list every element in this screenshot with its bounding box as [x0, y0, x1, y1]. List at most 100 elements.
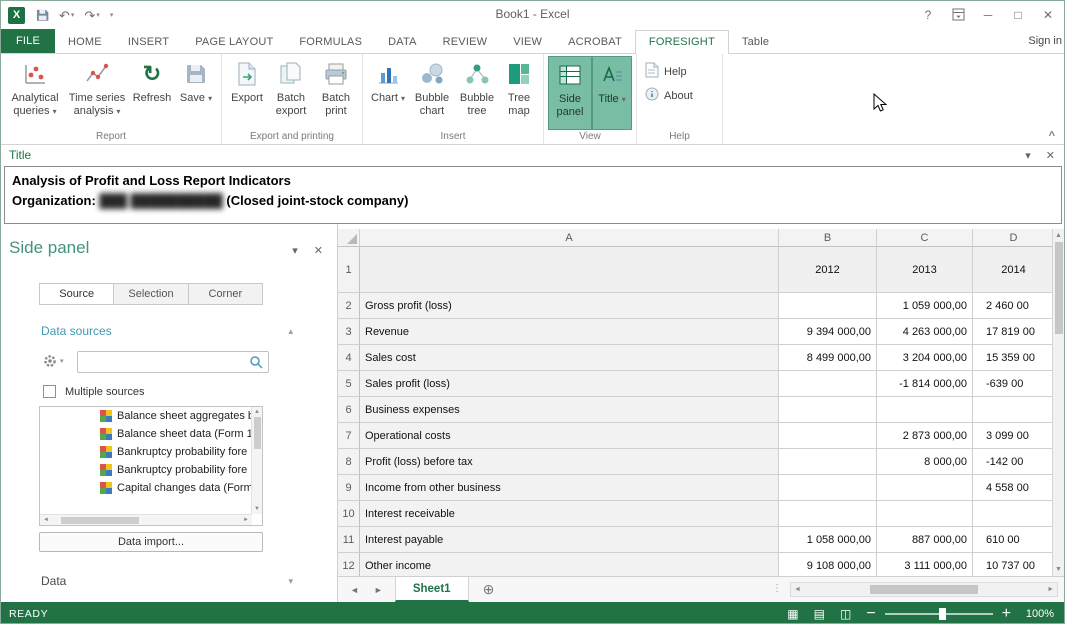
tab-selection[interactable]: Selection	[114, 283, 188, 305]
cell-label[interactable]: Sales profit (loss)	[360, 371, 779, 397]
tab-home[interactable]: HOME	[55, 31, 115, 53]
scrollbar-thumb[interactable]	[1055, 242, 1063, 334]
cell[interactable]	[360, 247, 779, 293]
multiple-sources-checkbox[interactable]	[43, 385, 56, 398]
collapse-section-icon[interactable]: ▴	[288, 326, 293, 337]
cell-value[interactable]: -1 814 000,00	[877, 371, 973, 397]
zoom-slider[interactable]	[885, 613, 993, 615]
zoom-in-button[interactable]: +	[1002, 605, 1011, 623]
batch-export-button[interactable]: Batch export	[268, 56, 314, 130]
scroll-down-icon[interactable]: ▼	[254, 506, 260, 512]
list-item[interactable]: Balance sheet aggregates b	[40, 407, 262, 425]
cell-value[interactable]	[973, 501, 1054, 527]
scroll-right-icon[interactable]: ►	[1047, 586, 1054, 593]
undo-button[interactable]: ↶▾	[59, 9, 74, 22]
cell-label[interactable]: Operational costs	[360, 423, 779, 449]
scroll-right-icon[interactable]: ►	[243, 517, 249, 523]
cell-value[interactable]	[779, 449, 877, 475]
scrollbar-thumb[interactable]	[254, 417, 261, 449]
tab-view[interactable]: VIEW	[500, 31, 555, 53]
help-titlebar-button[interactable]: ?	[913, 2, 943, 27]
column-header[interactable]: A	[360, 229, 779, 247]
tab-source[interactable]: Source	[39, 283, 114, 305]
cell-value[interactable]: 2 460 00	[973, 293, 1054, 319]
data-import-button[interactable]: Data import...	[39, 532, 263, 552]
scrollbar-grip-icon[interactable]: ⋮	[772, 583, 782, 594]
cell-value[interactable]: -142 00	[973, 449, 1054, 475]
tab-file[interactable]: FILE	[1, 29, 55, 53]
tree-map-button[interactable]: Tree map	[499, 56, 539, 130]
tab-page-layout[interactable]: PAGE LAYOUT	[182, 31, 286, 53]
scrollbar-thumb[interactable]	[870, 585, 978, 594]
tab-foresight[interactable]: FORESIGHT	[635, 30, 729, 54]
tab-corner[interactable]: Corner	[189, 283, 263, 305]
analytical-queries-button[interactable]: Analytical queries ▾	[5, 56, 65, 130]
cell-value[interactable]: 15 359 00	[973, 345, 1054, 371]
cell-year[interactable]: 2013	[877, 247, 973, 293]
title-pane-close-button[interactable]: ✕	[1046, 149, 1055, 162]
column-header[interactable]: B	[779, 229, 877, 247]
cell-value[interactable]: 3 099 00	[973, 423, 1054, 449]
next-sheet-button[interactable]: ►	[374, 585, 383, 595]
minimize-button[interactable]: ─	[973, 2, 1003, 27]
excel-app-icon[interactable]: X	[8, 7, 25, 24]
cell-value[interactable]: 3 111 000,00	[877, 553, 973, 576]
cell-value[interactable]: 1 058 000,00	[779, 527, 877, 553]
cell-value[interactable]	[779, 293, 877, 319]
search-icon[interactable]	[249, 355, 263, 374]
cell-value[interactable]: 8 499 000,00	[779, 345, 877, 371]
zoom-out-button[interactable]: −	[866, 605, 875, 623]
column-header[interactable]: D	[973, 229, 1054, 247]
cell-value[interactable]: 4 263 000,00	[877, 319, 973, 345]
cell-year[interactable]: 2014	[973, 247, 1054, 293]
list-item[interactable]: Capital changes data (Form	[40, 479, 262, 497]
search-input[interactable]	[77, 351, 269, 373]
row-number[interactable]: 1	[338, 247, 360, 293]
cell-label[interactable]: Sales cost	[360, 345, 779, 371]
row-number[interactable]: 7	[338, 423, 360, 449]
cell-value[interactable]: 1 059 000,00	[877, 293, 973, 319]
cell-value[interactable]: 10 737 00	[973, 553, 1054, 576]
prev-sheet-button[interactable]: ◄	[350, 585, 359, 595]
cell-value[interactable]: 9 394 000,00	[779, 319, 877, 345]
about-button[interactable]: About	[645, 87, 693, 104]
scroll-up-icon[interactable]: ▲	[1055, 232, 1062, 239]
save-report-button[interactable]: Save ▾	[175, 56, 217, 130]
bubble-tree-button[interactable]: Bubble tree	[455, 56, 499, 130]
tab-acrobat[interactable]: ACROBAT	[555, 31, 635, 53]
row-number[interactable]: 2	[338, 293, 360, 319]
side-panel-close-button[interactable]: ✕	[314, 244, 323, 257]
export-button[interactable]: Export	[226, 56, 268, 130]
cell-value[interactable]	[877, 475, 973, 501]
scroll-up-icon[interactable]: ▲	[254, 409, 260, 415]
cell-value[interactable]: 4 558 00	[973, 475, 1054, 501]
cell-value[interactable]: 2 873 000,00	[877, 423, 973, 449]
time-series-analysis-button[interactable]: Time series analysis ▾	[65, 56, 129, 130]
save-quick-button[interactable]	[35, 8, 49, 22]
cell-label[interactable]: Other income	[360, 553, 779, 576]
data-sources-section-header[interactable]: Data sources	[41, 324, 112, 338]
cell-year[interactable]: 2012	[779, 247, 877, 293]
maximize-button[interactable]: □	[1003, 2, 1033, 27]
row-number[interactable]: 3	[338, 319, 360, 345]
close-button[interactable]: ✕	[1033, 2, 1063, 27]
cell-value[interactable]: 17 819 00	[973, 319, 1054, 345]
list-vertical-scrollbar[interactable]: ▲ ▼	[251, 407, 262, 514]
bubble-chart-button[interactable]: Bubble chart	[409, 56, 455, 130]
chart-button[interactable]: Chart ▾	[367, 56, 409, 130]
cell-value[interactable]	[779, 397, 877, 423]
batch-print-button[interactable]: Batch print	[314, 56, 358, 130]
tab-formulas[interactable]: FORMULAS	[286, 31, 375, 53]
sheet-tab-active[interactable]: Sheet1	[395, 577, 469, 602]
source-settings-button[interactable]: ▾	[43, 354, 64, 368]
page-break-view-icon[interactable]: ◫	[840, 607, 851, 621]
tab-table[interactable]: Table	[729, 31, 782, 53]
list-item[interactable]: Balance sheet data (Form 1	[40, 425, 262, 443]
cell-label[interactable]: Interest receivable	[360, 501, 779, 527]
side-panel-menu-button[interactable]: ▾	[292, 244, 298, 257]
column-header[interactable]: C	[877, 229, 973, 247]
tab-insert[interactable]: INSERT	[115, 31, 182, 53]
normal-view-icon[interactable]: ▦	[787, 607, 798, 621]
select-all-corner[interactable]	[338, 229, 360, 247]
expand-section-icon[interactable]: ▾	[288, 576, 293, 587]
